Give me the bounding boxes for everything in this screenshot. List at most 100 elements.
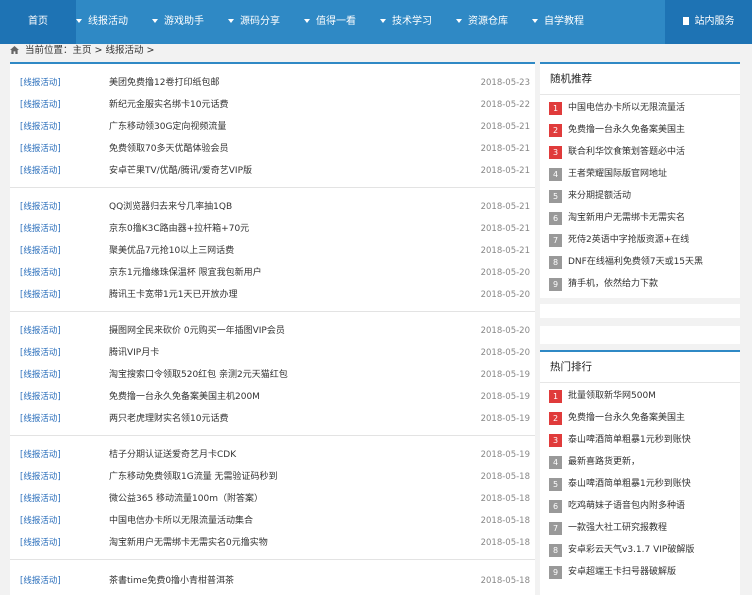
list-item[interactable]: 7 死侍2英语中字抢版资源+在线 — [540, 229, 740, 251]
list-item[interactable]: [线报活动] 新纪元金服实名绑卡10元话费 2018-05-22 — [10, 94, 535, 116]
item-title[interactable]: 来分期提额活动 — [568, 191, 631, 201]
list-item[interactable]: [线报活动] 腾讯VIP月卡 2018-05-20 — [10, 342, 535, 364]
list-item[interactable]: [线报活动] 桔子分期认证送爱奇艺月卡CDK 2018-05-19 — [10, 444, 535, 466]
list-item[interactable]: [线报活动] 广东移动免费领取1G流量 无需验证码秒到 2018-05-18 — [10, 466, 535, 488]
list-item[interactable]: [线报活动] 淘宝搜索口令领取520红包 亲测2元天猫红包 2018-05-19 — [10, 364, 535, 386]
list-item[interactable]: [线报活动] 微公益365 移动流量100m（附答案） 2018-05-18 — [10, 488, 535, 510]
site-service-button[interactable]: 站内服务 — [665, 0, 752, 44]
category-link[interactable]: [线报活动] — [20, 138, 61, 160]
category-link[interactable]: [线报活动] — [20, 342, 61, 364]
article-title[interactable]: 摄图网全民来砍价 0元购买一年插图VIP会员 — [109, 320, 285, 342]
item-title[interactable]: 中国电信办卡所以无限流量活 — [568, 103, 685, 113]
category-link[interactable]: [线报活动] — [20, 466, 61, 488]
item-title[interactable]: 泰山啤酒简单粗暴1元秒到账快 — [568, 435, 691, 445]
article-title[interactable]: 广东移动免费领取1G流量 无需验证码秒到 — [109, 466, 278, 488]
category-link[interactable]: [线报活动] — [20, 532, 61, 554]
article-title[interactable]: 两只老虎理财实名领10元话费 — [109, 408, 228, 430]
category-link[interactable]: [线报活动] — [20, 570, 61, 592]
category-link[interactable]: [线报活动] — [20, 196, 61, 218]
article-title[interactable]: 中国电信办卡所以无限流量活动集合 — [109, 510, 253, 532]
nav-item-resource[interactable]: 资源仓库 — [456, 0, 508, 44]
article-title[interactable]: 聚美优品7元抢10以上三网话费 — [109, 240, 234, 262]
category-link[interactable]: [线报活动] — [20, 240, 61, 262]
item-title[interactable]: 免费撸一台永久免备案美国主 — [568, 125, 685, 135]
item-title[interactable]: DNF在线福利免费领7天或15天黑 — [568, 257, 703, 267]
item-title[interactable]: 淘宝新用户无需绑卡无需实名 — [568, 213, 685, 223]
item-title[interactable]: 王者荣耀国际版官网地址 — [568, 169, 667, 179]
list-item[interactable]: 2 免费撸一台永久免备案美国主 — [540, 119, 740, 141]
item-title[interactable]: 免费撸一台永久免备案美国主 — [568, 413, 685, 423]
list-item[interactable]: 6 淘宝新用户无需绑卡无需实名 — [540, 207, 740, 229]
category-link[interactable]: [线报活动] — [20, 284, 61, 306]
list-item[interactable]: 4 王者荣耀国际版官网地址 — [540, 163, 740, 185]
article-title[interactable]: 京东0撸K3C路由器+拉杆箱+70元 — [109, 218, 249, 240]
list-item[interactable]: 5 来分期提额活动 — [540, 185, 740, 207]
list-item[interactable]: [线报活动] 免费撸一台永久免备案美国主机200M 2018-05-19 — [10, 386, 535, 408]
list-item[interactable]: [线报活动] 茶書time免费0撸小青柑普洱茶 2018-05-18 — [10, 570, 535, 592]
article-title[interactable]: 桔子分期认证送爱奇艺月卡CDK — [109, 444, 236, 466]
list-item[interactable]: [线报活动] 免费领取70多天优酷体验会员 2018-05-21 — [10, 138, 535, 160]
list-item[interactable]: 8 安卓彩云天气v3.1.7 VIP破解版 — [540, 539, 740, 561]
article-title[interactable]: 新纪元金服实名绑卡10元话费 — [109, 94, 228, 116]
article-title[interactable]: 微公益365 移动流量100m（附答案） — [109, 488, 263, 510]
list-item[interactable]: [线报活动] 广东移动领30G定向视频流量 2018-05-21 — [10, 116, 535, 138]
item-title[interactable]: 最新喜路货更新， — [568, 457, 640, 467]
list-item[interactable]: [线报活动] 京东0撸K3C路由器+拉杆箱+70元 2018-05-21 — [10, 218, 535, 240]
category-link[interactable]: [线报活动] — [20, 94, 61, 116]
nav-item-xianbao[interactable]: 线报活动 — [76, 0, 128, 44]
list-item[interactable]: [线报活动] QQ浏览器归去来兮几率抽1QB 2018-05-21 — [10, 196, 535, 218]
list-item[interactable]: 9 猜手机，依然给力下款 — [540, 273, 740, 295]
list-item[interactable]: 3 泰山啤酒简单粗暴1元秒到账快 — [540, 429, 740, 451]
list-item[interactable]: [线报活动] 腾讯王卡宽带1元1天已开放办理 2018-05-20 — [10, 284, 535, 306]
nav-item-tech[interactable]: 技术学习 — [380, 0, 432, 44]
list-item[interactable]: 9 安卓超端王卡扫号器破解版 — [540, 561, 740, 583]
category-link[interactable]: [线报活动] — [20, 116, 61, 138]
article-title[interactable]: 腾讯VIP月卡 — [109, 342, 159, 364]
category-link[interactable]: [线报活动] — [20, 320, 61, 342]
item-title[interactable]: 安卓彩云天气v3.1.7 VIP破解版 — [568, 545, 694, 555]
category-link[interactable]: [线报活动] — [20, 72, 61, 94]
nav-item-game[interactable]: 游戏助手 — [152, 0, 204, 44]
item-title[interactable]: 批量领取新华网500M — [568, 391, 656, 401]
list-item[interactable]: [线报活动] 安卓芒果TV/优酷/腾讯/爱奇艺VIP版 2018-05-21 — [10, 160, 535, 182]
category-link[interactable]: [线报活动] — [20, 364, 61, 386]
list-item[interactable]: [线报活动] 两只老虎理财实名领10元话费 2018-05-19 — [10, 408, 535, 430]
item-title[interactable]: 泰山啤酒简单粗暴1元秒到账快 — [568, 479, 691, 489]
nav-item-source[interactable]: 源码分享 — [228, 0, 280, 44]
category-link[interactable]: [线报活动] — [20, 218, 61, 240]
list-item[interactable]: 1 中国电信办卡所以无限流量活 — [540, 97, 740, 119]
category-link[interactable]: [线报活动] — [20, 386, 61, 408]
category-link[interactable]: [线报活动] — [20, 444, 61, 466]
category-link[interactable]: [线报活动] — [20, 488, 61, 510]
item-title[interactable]: 吃鸡萌妹子语音包内附多种语 — [568, 501, 685, 511]
nav-item-tutorial[interactable]: 自学教程 — [532, 0, 584, 44]
category-link[interactable]: [线报活动] — [20, 408, 61, 430]
article-title[interactable]: 淘宝搜索口令领取520红包 亲测2元天猫红包 — [109, 364, 288, 386]
list-item[interactable]: [线报活动] 淘宝新用户无需绑卡无需实名0元撸实物 2018-05-18 — [10, 532, 535, 554]
list-item[interactable]: 6 吃鸡萌妹子语音包内附多种语 — [540, 495, 740, 517]
list-item[interactable]: [线报活动] 中国电信办卡所以无限流量活动集合 2018-05-18 — [10, 510, 535, 532]
category-link[interactable]: [线报活动] — [20, 160, 61, 182]
item-title[interactable]: 猜手机，依然给力下款 — [568, 279, 658, 289]
article-title[interactable]: 京东1元撸缘珠保温杯 限宜我包新用户 — [109, 262, 262, 284]
article-title[interactable]: 腾讯王卡宽带1元1天已开放办理 — [109, 284, 237, 306]
article-title[interactable]: QQ浏览器归去来兮几率抽1QB — [109, 196, 232, 218]
item-title[interactable]: 一款强大社工研究报教程 — [568, 523, 667, 533]
list-item[interactable]: 4 最新喜路货更新， — [540, 451, 740, 473]
item-title[interactable]: 死侍2英语中字抢版资源+在线 — [568, 235, 689, 245]
list-item[interactable]: 2 免费撸一台永久免备案美国主 — [540, 407, 740, 429]
article-title[interactable]: 茶書time免费0撸小青柑普洱茶 — [109, 570, 234, 592]
list-item[interactable]: [线报活动] 美团免费撸12卷打印纸包邮 2018-05-23 — [10, 72, 535, 94]
list-item[interactable]: [线报活动] 摄图网全民来砍价 0元购买一年插图VIP会员 2018-05-20 — [10, 320, 535, 342]
list-item[interactable]: 3 联合利华饮食策划答题必中活 — [540, 141, 740, 163]
list-item[interactable]: 8 DNF在线福利免费领7天或15天黑 — [540, 251, 740, 273]
article-title[interactable]: 广东移动领30G定向视频流量 — [109, 116, 226, 138]
item-title[interactable]: 安卓超端王卡扫号器破解版 — [568, 567, 676, 577]
article-title[interactable]: 淘宝新用户无需绑卡无需实名0元撸实物 — [109, 532, 268, 554]
item-title[interactable]: 联合利华饮食策划答题必中活 — [568, 147, 685, 157]
article-title[interactable]: 安卓芒果TV/优酷/腾讯/爱奇艺VIP版 — [109, 160, 252, 182]
article-title[interactable]: 免费撸一台永久免备案美国主机200M — [109, 386, 260, 408]
article-title[interactable]: 美团免费撸12卷打印纸包邮 — [109, 72, 219, 94]
list-item[interactable]: 5 泰山啤酒简单粗暴1元秒到账快 — [540, 473, 740, 495]
nav-home[interactable]: 首页 — [0, 0, 76, 44]
